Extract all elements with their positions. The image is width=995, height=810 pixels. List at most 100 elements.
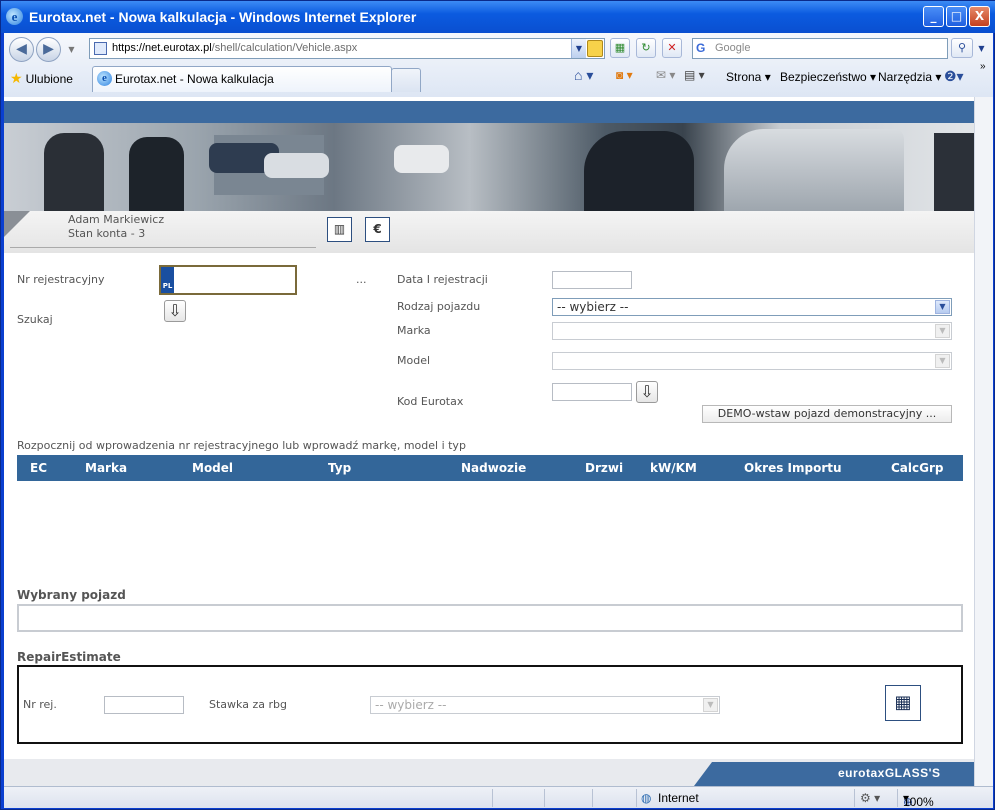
protected-mode-icon[interactable]: ⚙ ▾	[860, 791, 880, 805]
address-bar[interactable]: https://net.eurotax.pl/shell/calculation…	[89, 38, 605, 59]
model-select[interactable]: ▼	[552, 352, 952, 370]
history-dropdown-icon[interactable]: ▼	[64, 40, 79, 59]
safety-menu[interactable]: Bezpieczeństwo ▾	[780, 70, 876, 84]
user-divider	[10, 247, 316, 248]
demo-vehicle-button[interactable]: DEMO-wstaw pojazd demonstracyjny ...	[702, 405, 952, 423]
feeds-icon[interactable]: ◙ ▾	[616, 68, 633, 82]
chevron-down-icon: ▼	[935, 300, 950, 314]
column-header-import-period[interactable]: Okres Importu	[744, 461, 842, 475]
make-label: Marka	[397, 324, 431, 337]
home-icon[interactable]: ⌂ ▾	[574, 67, 593, 84]
selected-vehicle-box	[17, 604, 963, 632]
repair-estimate-title: RepairEstimate	[17, 650, 121, 664]
minimize-button[interactable]: _	[923, 6, 944, 27]
compatibility-icon[interactable]: ▦	[610, 38, 630, 58]
reg-more-button[interactable]: ...	[356, 273, 367, 286]
favorites-label: Ulubione	[25, 72, 73, 86]
safety-menu-label: Bezpieczeństwo	[780, 70, 867, 84]
mail-icon[interactable]: ✉ ▾	[656, 68, 675, 82]
column-header-type[interactable]: Typ	[328, 461, 351, 475]
close-button[interactable]: X	[969, 6, 990, 27]
corner-decoration	[4, 211, 30, 237]
help-icon[interactable]: ❷▾	[944, 68, 964, 85]
search-label: Szukaj	[17, 313, 53, 326]
vehicle-type-value: -- wybierz --	[557, 300, 629, 314]
column-header-ec[interactable]: EC	[30, 461, 47, 475]
back-icon[interactable]: ◀	[9, 37, 34, 62]
tools-menu-label: Narzędzia	[878, 70, 933, 84]
reg-number-label: Nr rejestracyjny	[17, 273, 105, 286]
column-header-power[interactable]: kW/KM	[650, 461, 697, 475]
page-menu-label: Strona	[726, 70, 762, 84]
repair-reg-input[interactable]	[104, 696, 184, 714]
star-icon: ★	[10, 70, 23, 86]
column-header-doors[interactable]: Drzwi	[585, 461, 623, 475]
calculator-car-icon[interactable]: ▦	[885, 685, 921, 721]
selected-vehicle-title: Wybrany pojazd	[17, 588, 126, 602]
refresh-icon[interactable]: ↻	[636, 38, 656, 58]
plate-country-flag: PL	[161, 267, 174, 293]
favorites-button[interactable]: ★ Ulubione	[10, 70, 73, 87]
globe-icon: ◍	[641, 791, 652, 805]
browser-toolbar: ◀ ▶ ▼ https://net.eurotax.pl/shell/calcu…	[4, 33, 993, 97]
stop-icon[interactable]: ✕	[662, 38, 682, 58]
zoom-control[interactable]: ⊕ 100% ▾	[903, 791, 934, 809]
ie-logo-icon: e	[6, 8, 23, 25]
title-bar: e Eurotax.net - Nowa kalkulacja - Window…	[1, 1, 995, 33]
new-tab-button[interactable]	[391, 68, 421, 92]
search-input[interactable]: G Google	[692, 38, 948, 59]
header-banner-image	[4, 123, 974, 211]
instruction-text: Rozpocznij od wprowadzenia nr rejestracy…	[17, 439, 466, 452]
tools-menu[interactable]: Narzędzia ▾	[878, 70, 941, 84]
print-icon[interactable]: ▤ ▾	[684, 68, 705, 82]
address-dropdown-icon[interactable]: ▼	[571, 39, 586, 58]
security-zone: Internet	[658, 791, 699, 805]
header-strip	[4, 101, 974, 123]
vehicle-type-select[interactable]: -- wybierz -- ▼	[552, 298, 952, 316]
eurotax-code-label: Kod Eurotax	[397, 395, 464, 408]
maximize-button[interactable]: □	[946, 6, 967, 27]
first-registration-label: Data I rejestracji	[397, 273, 488, 286]
column-header-body[interactable]: Nadwozie	[461, 461, 526, 475]
column-header-model[interactable]: Model	[192, 461, 233, 475]
vehicle-type-label: Rodzaj pojazdu	[397, 300, 481, 313]
document-list-icon[interactable]: ▥	[327, 217, 352, 242]
page-menu[interactable]: Strona ▾	[726, 70, 771, 84]
chevron-down-icon: ▼	[703, 698, 718, 712]
address-path: /shell/calculation/Vehicle.aspx	[211, 42, 358, 54]
page-icon	[94, 42, 107, 55]
google-icon: G	[696, 41, 706, 55]
browser-window: e Eurotax.net - Nowa kalkulacja - Window…	[0, 0, 995, 810]
chevron-down-icon: ▼	[935, 354, 950, 368]
search-options-icon[interactable]: ▼	[974, 39, 989, 58]
labour-rate-select[interactable]: -- wybierz -- ▼	[370, 696, 720, 714]
forward-icon[interactable]: ▶	[36, 37, 61, 62]
eurotax-code-input[interactable]	[552, 383, 632, 401]
chevron-down-icon: ▼	[935, 324, 950, 338]
account-status: Stan konta - 3	[68, 227, 146, 240]
window-title: Eurotax.net - Nowa kalkulacja - Windows …	[29, 9, 417, 25]
status-bar: ◍ Internet ⚙ ▾ ⊕ 100% ▾	[4, 786, 993, 809]
browser-tab[interactable]: e Eurotax.net - Nowa kalkulacja	[92, 66, 392, 92]
make-select[interactable]: ▼	[552, 322, 952, 340]
euro-document-icon[interactable]: €	[365, 217, 390, 242]
eurotax-code-down-arrow-icon[interactable]: ⇩	[636, 381, 658, 403]
repair-reg-label: Nr rej.	[23, 698, 57, 711]
page-content: Adam Markiewicz Stan konta - 3 ▥ € Nr re…	[4, 97, 974, 786]
labour-rate-value: -- wybierz --	[375, 698, 447, 712]
search-button-icon[interactable]: ⚲	[951, 38, 973, 58]
labour-rate-label: Stawka za rbg	[209, 698, 287, 711]
chevron-right-icon[interactable]: »	[980, 61, 986, 72]
vertical-scrollbar[interactable]	[974, 97, 993, 786]
column-header-calcgrp[interactable]: CalcGrp	[891, 461, 944, 475]
reg-number-input[interactable]: PL	[159, 265, 297, 295]
tab-ie-icon: e	[97, 71, 112, 86]
first-registration-input[interactable]	[552, 271, 632, 289]
lock-icon[interactable]	[587, 40, 603, 57]
eurotax-glass-logo: eurotaxGLASS'S	[838, 766, 941, 780]
search-down-arrow-icon[interactable]: ⇩	[164, 300, 186, 322]
vehicle-grid-header: EC Marka Model Typ Nadwozie Drzwi kW/KM …	[17, 455, 963, 481]
column-header-make[interactable]: Marka	[85, 461, 127, 475]
search-placeholder: Google	[715, 42, 751, 54]
user-name: Adam Markiewicz	[68, 213, 165, 226]
